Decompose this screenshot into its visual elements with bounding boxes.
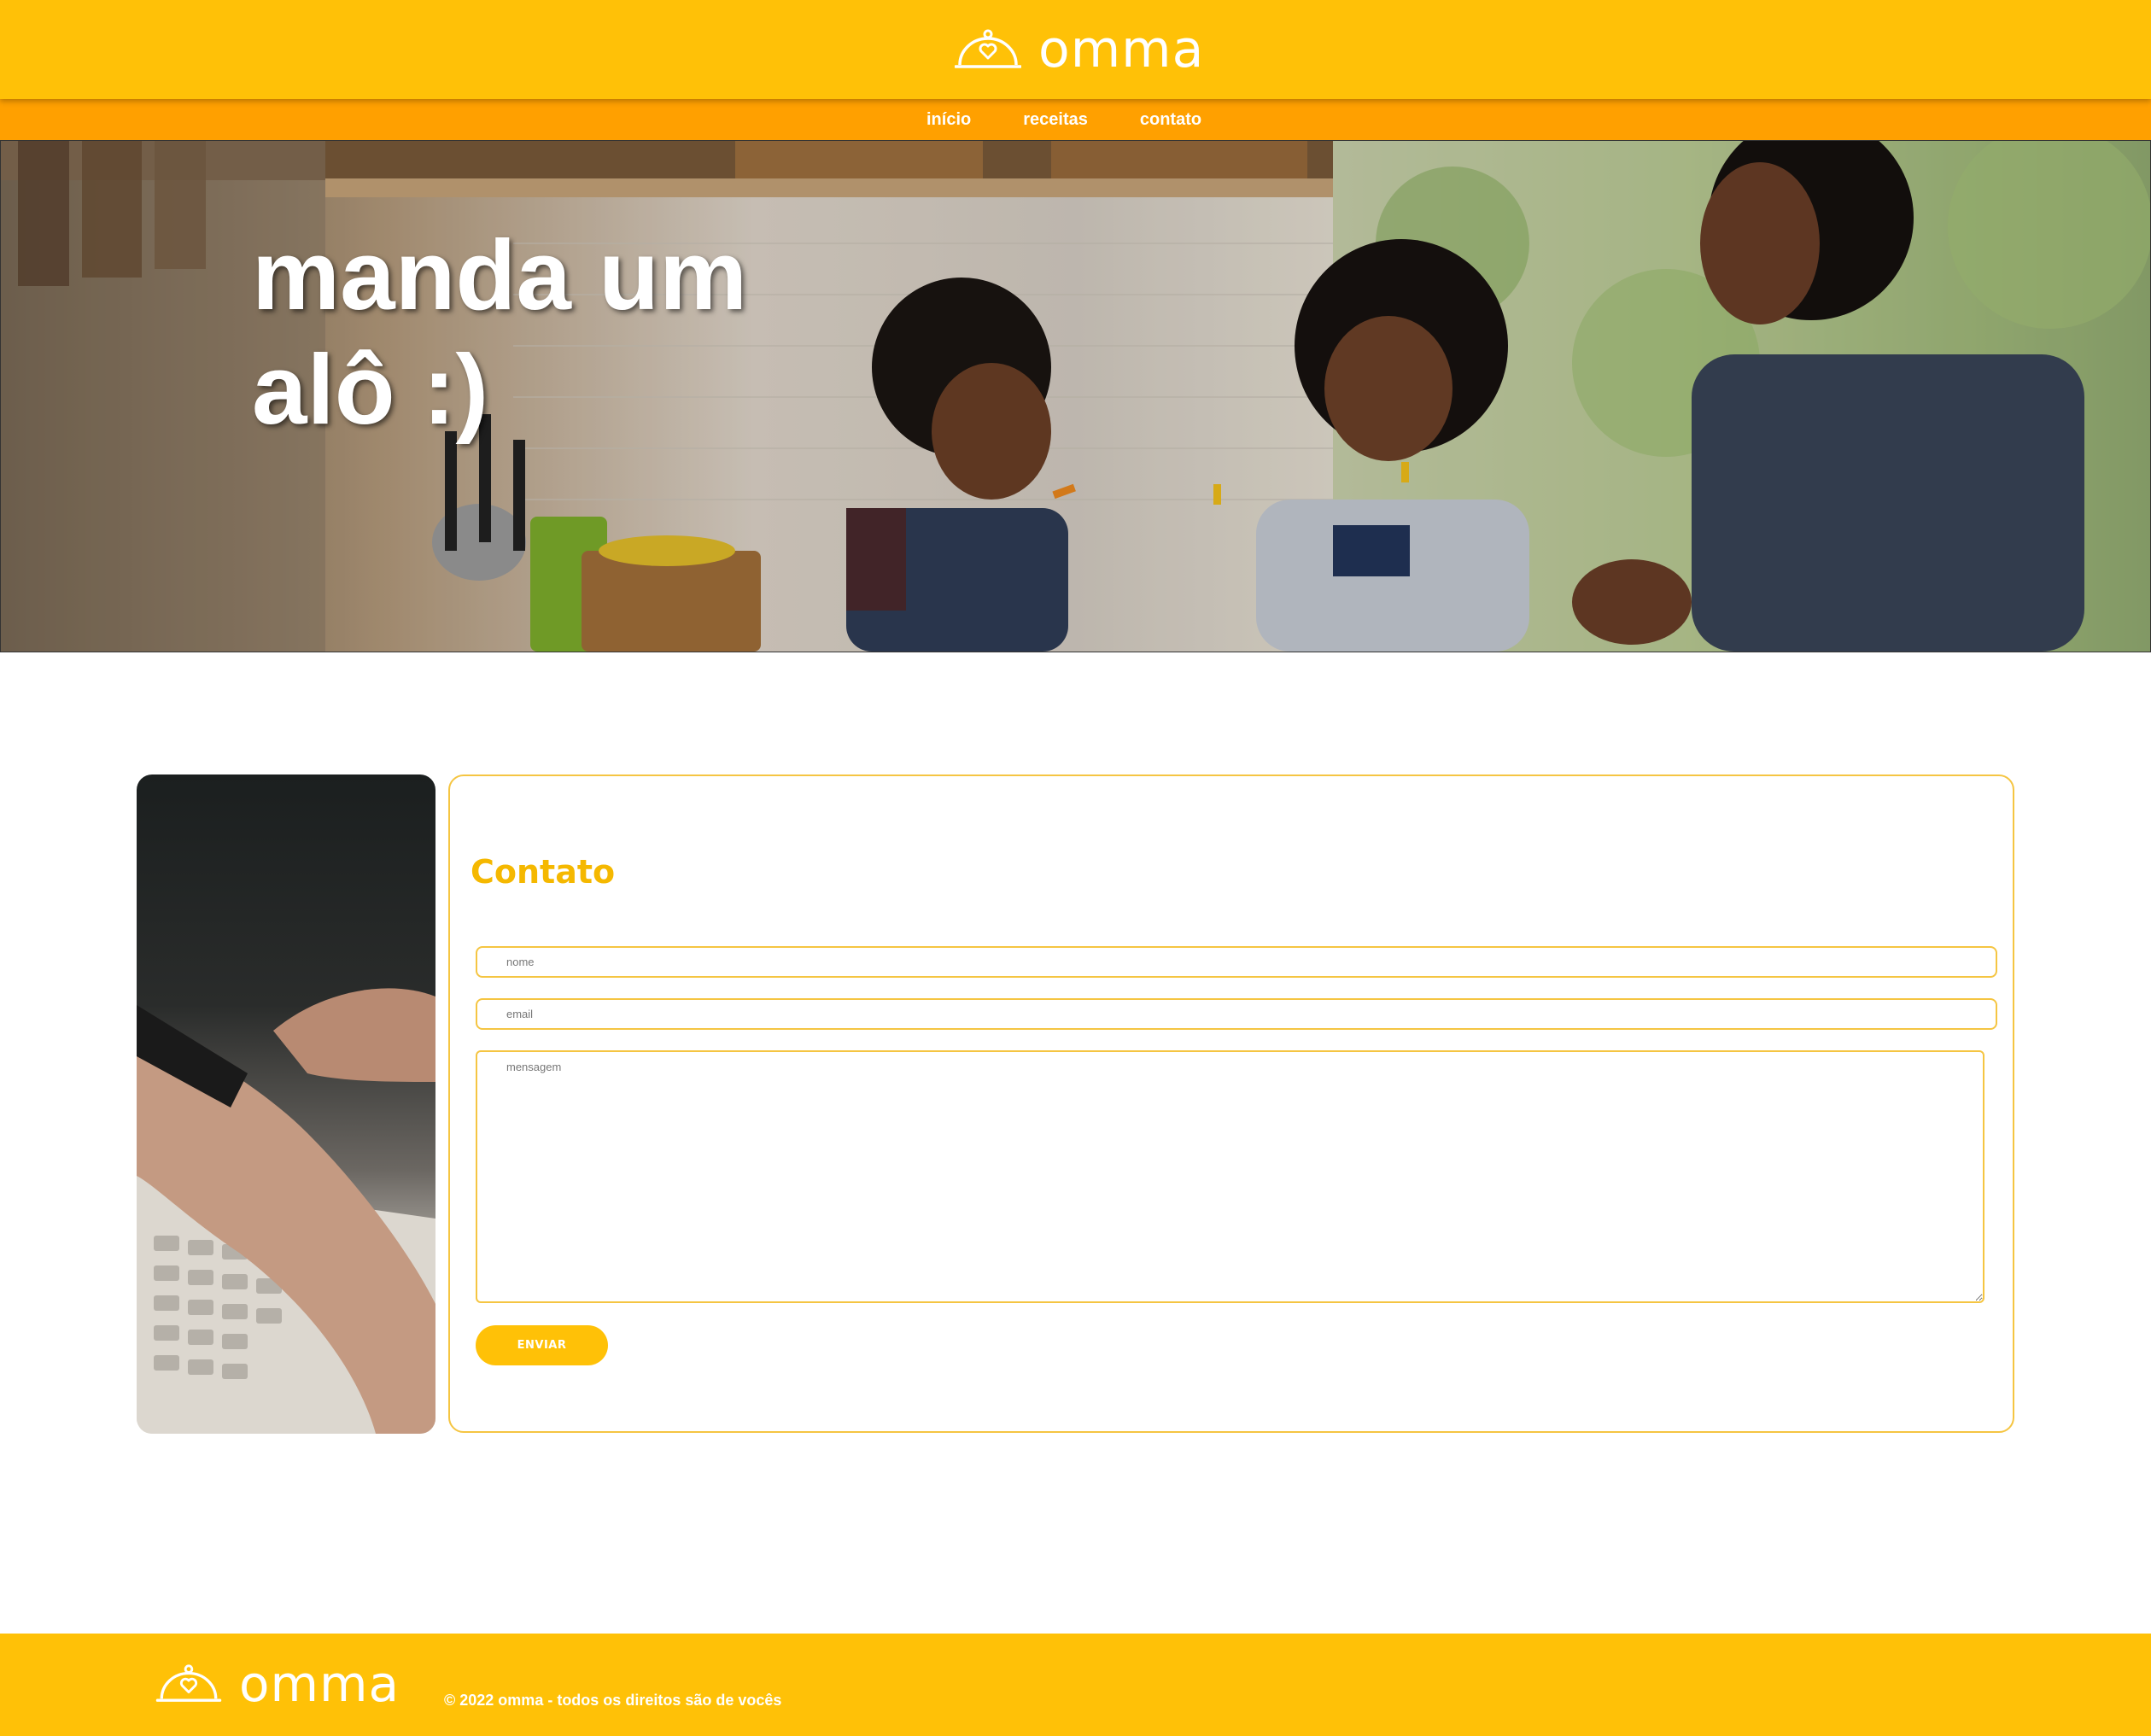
phone-hands-image [137, 988, 435, 1434]
nav-link-receitas[interactable]: receitas [1023, 110, 1088, 129]
name-input[interactable] [476, 946, 1997, 978]
hero-title: manda um alô :) [252, 219, 748, 445]
message-textarea[interactable] [476, 1050, 1984, 1303]
phone-laptop-photo [137, 774, 435, 1434]
hero-banner: manda um alô :) [0, 140, 2151, 652]
nav-link-contato[interactable]: contato [1140, 110, 1201, 129]
main-nav: início receitas contato [0, 99, 2151, 140]
cloche-heart-icon [155, 1664, 222, 1702]
contact-title: Contato [471, 853, 616, 891]
send-button[interactable]: ENVIAR [476, 1325, 608, 1365]
brand-name: omma [1038, 20, 1205, 79]
footer-brand-logo[interactable]: omma [155, 1655, 400, 1713]
footer-brand-name: omma [239, 1655, 400, 1713]
copyright-text: © 2022 omma - todos os direitos são de v… [444, 1692, 782, 1709]
contact-card: Contato ENVIAR [448, 774, 2014, 1433]
email-input[interactable] [476, 998, 1997, 1030]
site-footer: omma © 2022 omma - todos os direitos são… [0, 1634, 2151, 1736]
brand-logo[interactable]: omma [955, 24, 1204, 75]
cloche-heart-icon [955, 29, 1021, 68]
nav-link-inicio[interactable]: início [926, 110, 971, 129]
nav-list: início receitas contato [926, 99, 1254, 140]
site-header: omma [0, 0, 2151, 99]
